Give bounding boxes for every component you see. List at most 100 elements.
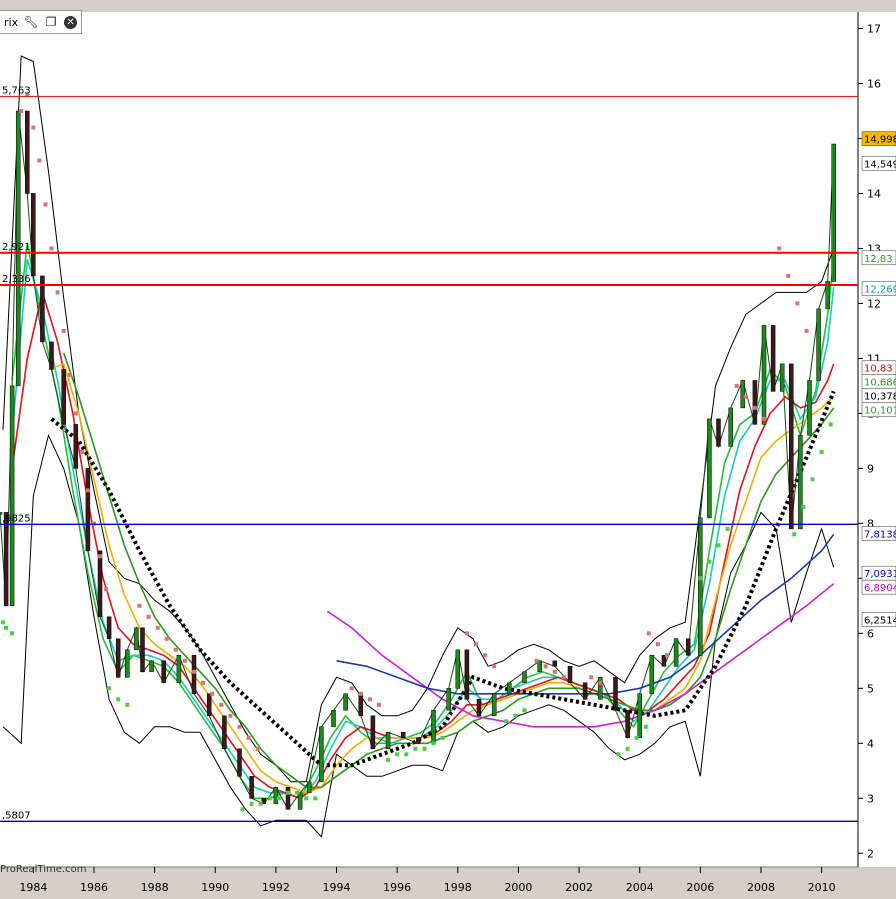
price-candle [752,380,758,425]
right-value-label: 10,83 [861,360,896,376]
horizontal-level-label: 5,763 [2,86,31,97]
sar-point [228,713,233,718]
sar-point [249,801,254,806]
right-value-label: 10,686 [861,374,896,390]
price-candle [249,776,254,799]
sar-point [349,686,354,691]
sar-point [210,691,215,696]
price-candle [649,655,655,695]
sar-point [801,504,806,509]
y-tick-label: 3 [867,792,874,805]
price-candle [740,380,746,409]
wrench-icon[interactable]: 🔧︎ [23,15,38,29]
right-value-text: 14,549 [864,159,896,170]
sar-point [561,675,566,680]
sar-point [304,796,309,801]
restore-window-icon[interactable]: ❐ [44,15,58,29]
sar-point [116,697,121,702]
chart-toolbar: rix 🔧︎ ❐ ✕ [0,10,83,34]
price-candle [476,699,482,717]
price-chart[interactable]: 5,7632,9212,336,9825,5807 23456789101112… [0,0,896,895]
sar-point [543,664,548,669]
right-value-text: 12,269 [864,285,896,296]
sar-point [625,746,630,751]
right-value-label: 12,269 [861,281,896,296]
price-candle [816,308,821,381]
sar-point [643,724,648,729]
y-tick-label: 14 [867,187,881,200]
price-candle [507,682,512,695]
sar-point [431,741,436,746]
price-candle [61,369,66,425]
price-candle [455,649,461,689]
right-value-text: 10,686 [864,378,896,389]
y-tick-label: 2 [867,847,874,860]
sar-point [786,273,791,278]
sar-point [10,631,15,636]
sar-point [237,724,242,729]
price-candle [176,655,182,684]
right-value-text: 14,998 [864,135,896,146]
right-value-label: 14,998 [861,131,896,146]
right-value-label: 12,83 [861,250,896,266]
sar-point [422,746,427,751]
sar-point [752,405,757,410]
sar-point [377,702,381,707]
x-tick-label: 1984 [19,881,47,894]
sar-point [828,422,833,427]
price-candle [789,363,794,530]
x-tick-label: 2010 [808,881,836,894]
sar-point [255,746,260,751]
sar-point [804,328,809,333]
price-candle [149,660,154,673]
price-candle [431,710,436,744]
right-value-text: 6,8904 [864,583,896,594]
sar-point [104,587,109,592]
sar-point [73,411,78,416]
price-candle [49,341,54,370]
sar-point [295,790,300,795]
sar-point [513,713,518,718]
price-candle [582,682,588,700]
sar-point [43,202,48,207]
horizontal-level-label: ,9825 [2,513,31,524]
right-value-label: 6,2514 [861,612,896,627]
x-tick-label: 2008 [747,881,775,894]
price-candle [400,732,406,739]
sar-point [616,752,621,757]
price-candle [161,660,166,684]
sar-point [810,477,815,482]
price-candle [140,627,145,673]
price-candle [97,550,103,618]
sar-point [440,735,445,740]
price-candle [567,666,573,684]
right-value-label: 7,8138 [861,526,896,541]
price-candle [625,710,630,739]
sar-point [646,631,651,636]
sar-point [173,647,178,652]
chart-window: rix 🔧︎ ❐ ✕ 5,763 2,921 2,336,9825,5807 234… [0,0,896,895]
x-tick-label: 1994 [323,881,351,894]
price-candle [598,677,603,700]
price-candle [761,325,767,425]
price-candle [106,616,112,640]
sar-point [107,686,112,691]
sar-point [743,394,748,399]
right-value-label: 7,0931 [861,565,896,581]
sar-point [492,664,497,669]
close-icon[interactable]: ✕ [64,15,78,29]
sar-point [276,796,281,801]
sar-point [404,752,409,757]
price-candle [831,143,836,282]
sar-point [192,669,196,674]
sar-point [358,691,363,696]
price-candle [331,710,336,728]
x-tick-label: 1990 [201,881,229,894]
sar-point [155,625,160,630]
x-tick-label: 1988 [141,881,169,894]
price-candle [552,660,558,667]
y-tick-label: 6 [867,627,874,640]
right-value-text: 10,378 [864,392,896,403]
price-candle [73,424,79,469]
price-candle [416,737,421,744]
